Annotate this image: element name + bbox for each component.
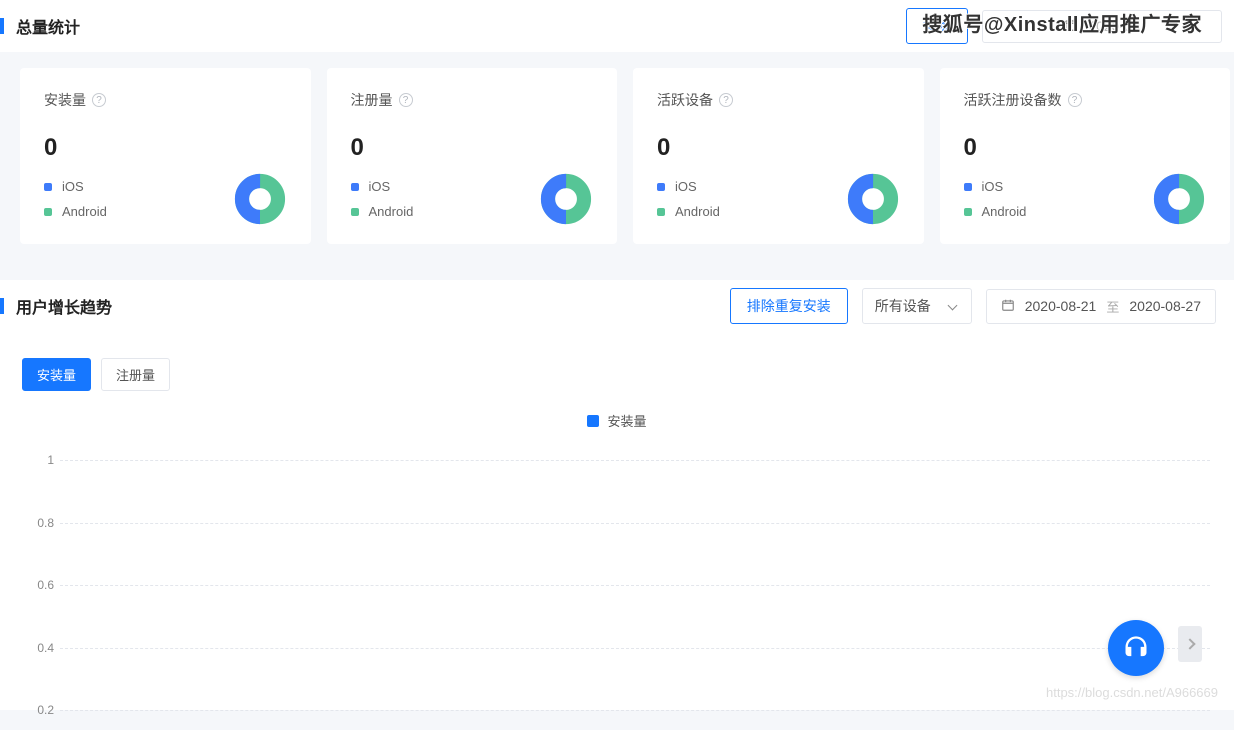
legend-dot-android bbox=[657, 208, 665, 216]
stat-card-title-text: 活跃设备 bbox=[657, 90, 713, 110]
donut-chart bbox=[846, 172, 900, 226]
section-trend-title: 用户增长趋势 bbox=[16, 294, 112, 318]
date-from: 2020-08-21 bbox=[1025, 298, 1097, 314]
stat-card-active-devices: 活跃设备 ? 0 iOS Android bbox=[633, 68, 924, 244]
help-icon[interactable]: ? bbox=[399, 93, 413, 107]
donut-legend: iOS Android bbox=[964, 179, 1027, 219]
device-select-label: 所有设备 bbox=[875, 296, 931, 316]
legend-android: Android bbox=[369, 204, 414, 219]
date-to: 2020-08-27 bbox=[1129, 298, 1201, 314]
gridline bbox=[60, 523, 1210, 524]
trend-tab-row: 安装量 注册量 bbox=[0, 332, 1234, 401]
stats-cards-row: 安装量 ? 0 iOS Android 注册量 ? 0 bbox=[0, 52, 1234, 260]
section-total-header: 总量统计 排除 2020-08 bbox=[0, 0, 1234, 52]
gridline bbox=[60, 710, 1210, 711]
help-icon[interactable]: ? bbox=[1068, 93, 1082, 107]
calendar-icon bbox=[1064, 18, 1078, 35]
stat-card-value: 0 bbox=[351, 134, 594, 162]
support-fab[interactable] bbox=[1108, 620, 1164, 676]
donut-chart bbox=[539, 172, 593, 226]
line-chart: 10.80.60.40.2 bbox=[24, 460, 1210, 710]
y-axis-tick: 1 bbox=[24, 453, 54, 467]
stat-card-registers: 注册量 ? 0 iOS Android bbox=[327, 68, 618, 244]
legend-dot-android bbox=[44, 208, 52, 216]
help-icon[interactable]: ? bbox=[92, 93, 106, 107]
legend-dot-ios bbox=[964, 183, 972, 191]
stat-card-installs: 安装量 ? 0 iOS Android bbox=[20, 68, 311, 244]
exclude-duplicate-button[interactable]: 排除重复安装 bbox=[730, 288, 848, 324]
legend-android: Android bbox=[982, 204, 1027, 219]
stat-card-title-text: 安装量 bbox=[44, 90, 86, 110]
legend-ios: iOS bbox=[675, 179, 697, 194]
stat-card-value: 0 bbox=[44, 134, 287, 162]
chart-legend-label: 安装量 bbox=[607, 411, 646, 430]
chart-legend: 安装量 bbox=[0, 411, 1234, 430]
legend-dot-ios bbox=[44, 183, 52, 191]
device-select[interactable]: 所有设备 bbox=[862, 288, 972, 324]
y-axis-tick: 0.2 bbox=[24, 703, 54, 717]
y-axis-tick: 0.6 bbox=[24, 578, 54, 592]
date-range-top[interactable]: 2020-08 bbox=[982, 10, 1222, 43]
date-range-picker[interactable]: 2020-08-21 至 2020-08-27 bbox=[986, 289, 1216, 324]
carousel-next-button[interactable] bbox=[1178, 626, 1202, 662]
legend-android: Android bbox=[675, 204, 720, 219]
stat-card-active-reg-devices: 活跃注册设备数 ? 0 iOS Android bbox=[940, 68, 1231, 244]
calendar-icon bbox=[1001, 298, 1015, 315]
gridline bbox=[60, 648, 1210, 649]
y-axis-tick: 0.4 bbox=[24, 641, 54, 655]
legend-android: Android bbox=[62, 204, 107, 219]
stat-card-value: 0 bbox=[964, 134, 1207, 162]
legend-dot-ios bbox=[351, 183, 359, 191]
legend-swatch bbox=[587, 415, 599, 427]
help-icon[interactable]: ? bbox=[719, 93, 733, 107]
legend-dot-android bbox=[964, 208, 972, 216]
title-accent-bar bbox=[0, 298, 4, 314]
section-growth-trend: 用户增长趋势 排除重复安装 所有设备 2020-08-21 至 2020-08-… bbox=[0, 280, 1234, 710]
exclude-duplicate-button-top[interactable]: 排除 bbox=[906, 8, 968, 44]
title-accent-bar bbox=[0, 18, 4, 34]
donut-chart bbox=[233, 172, 287, 226]
legend-dot-ios bbox=[657, 183, 665, 191]
legend-ios: iOS bbox=[369, 179, 391, 194]
tab-registers[interactable]: 注册量 bbox=[101, 358, 170, 391]
legend-ios: iOS bbox=[62, 179, 84, 194]
tab-installs[interactable]: 安装量 bbox=[22, 358, 91, 391]
donut-legend: iOS Android bbox=[351, 179, 414, 219]
stat-card-title-text: 活跃注册设备数 bbox=[964, 90, 1062, 110]
gridline bbox=[60, 460, 1210, 461]
section-total-title: 总量统计 bbox=[16, 14, 80, 38]
donut-legend: iOS Android bbox=[44, 179, 107, 219]
section-total-stats: 搜狐号@Xinstall应用推广专家 总量统计 排除 2020-08 安装量 ?… bbox=[0, 0, 1234, 260]
legend-ios: iOS bbox=[982, 179, 1004, 194]
legend-dot-android bbox=[351, 208, 359, 216]
date-range-top-text: 2020-08 bbox=[1088, 18, 1139, 34]
donut-legend: iOS Android bbox=[657, 179, 720, 219]
headset-icon bbox=[1122, 634, 1150, 662]
stat-card-title-text: 注册量 bbox=[351, 90, 393, 110]
y-axis-tick: 0.8 bbox=[24, 516, 54, 530]
donut-chart bbox=[1152, 172, 1206, 226]
gridline bbox=[60, 585, 1210, 586]
section-trend-header: 用户增长趋势 排除重复安装 所有设备 2020-08-21 至 2020-08-… bbox=[0, 280, 1234, 332]
stat-card-value: 0 bbox=[657, 134, 900, 162]
chevron-down-icon bbox=[949, 301, 959, 311]
date-separator: 至 bbox=[1106, 297, 1119, 316]
